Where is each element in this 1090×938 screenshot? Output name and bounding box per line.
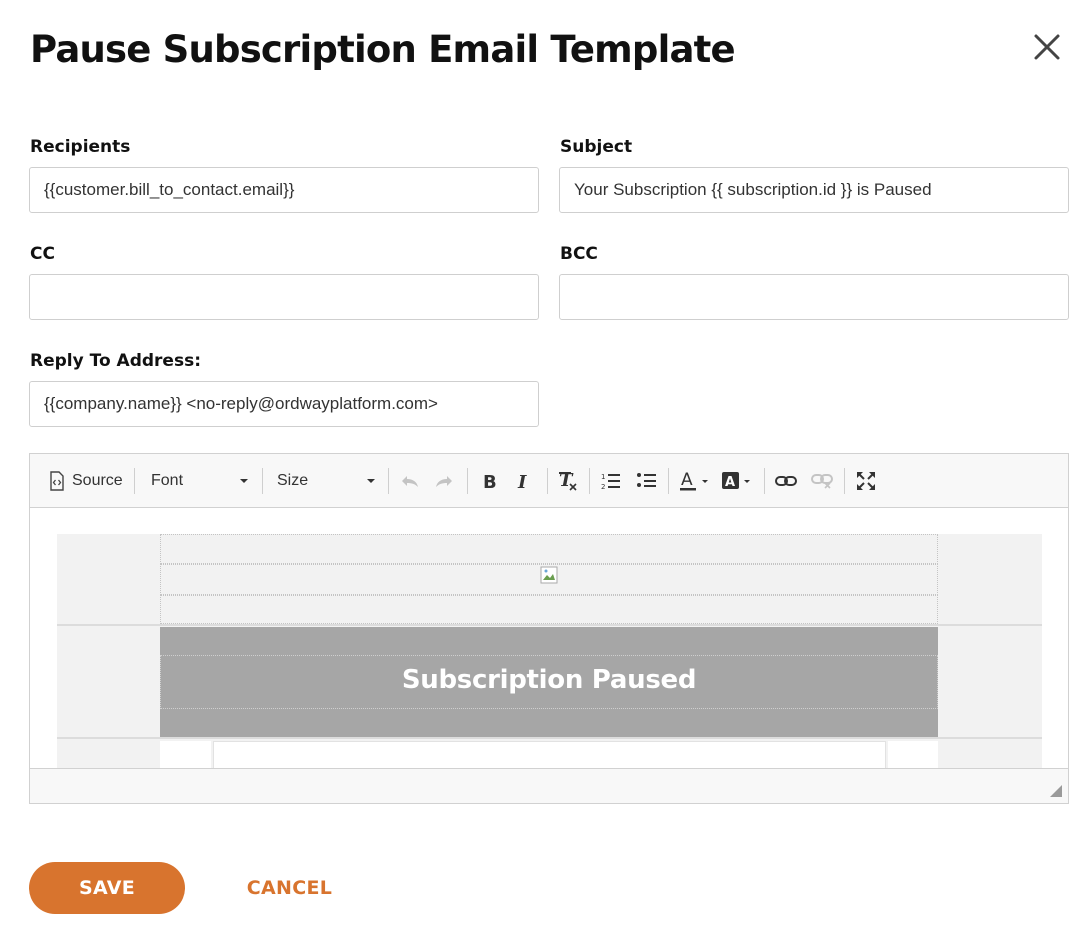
undo-button[interactable] [400, 466, 420, 496]
numbered-list-button[interactable]: 1 2 [600, 466, 622, 496]
toolbar-separator [764, 468, 765, 494]
row-divider [57, 737, 1042, 739]
bold-button[interactable]: B [482, 466, 498, 496]
redo-icon [436, 476, 452, 487]
link-icon [775, 476, 797, 486]
size-select-label: Size [277, 472, 309, 489]
toolbar-separator [134, 468, 135, 494]
subject-input[interactable] [559, 167, 1069, 213]
row-divider [57, 624, 1042, 626]
link-button[interactable] [775, 466, 797, 496]
email-template-body: Subscription Paused [57, 534, 1042, 768]
source-button[interactable]: Source [48, 466, 123, 496]
toolbar-separator [547, 468, 548, 494]
svg-text:B: B [483, 472, 497, 490]
toolbar-separator [388, 468, 389, 494]
svg-text:I: I [517, 472, 527, 490]
bold-icon: B [483, 472, 497, 490]
save-button[interactable]: SAVE [29, 862, 185, 914]
svg-text:1: 1 [601, 473, 605, 481]
recipients-input[interactable] [29, 167, 539, 213]
toolbar-separator [844, 468, 845, 494]
banner-cell: Subscription Paused [160, 627, 938, 737]
bcc-label: BCC [560, 244, 598, 264]
background-color-button[interactable]: A [721, 466, 753, 496]
italic-icon: I [517, 472, 527, 490]
svg-text:2: 2 [601, 483, 605, 491]
subject-label: Subject [560, 137, 633, 157]
numbered-list-icon: 1 2 [601, 473, 620, 491]
resize-handle-icon[interactable] [1050, 785, 1062, 797]
dialog-title: Pause Subscription Email Template [30, 28, 736, 71]
toolbar-separator [262, 468, 263, 494]
svg-text:A: A [681, 470, 693, 490]
banner-heading: Subscription Paused [401, 665, 697, 695]
close-button[interactable] [1030, 30, 1064, 64]
italic-button[interactable]: I [516, 466, 532, 496]
svg-text:A: A [725, 475, 735, 490]
background-color-icon: A [722, 472, 750, 490]
font-select-label: Font [151, 472, 184, 489]
undo-icon [402, 476, 418, 487]
close-icon [1034, 34, 1060, 60]
bulleted-list-icon [637, 473, 656, 487]
size-select[interactable]: Size [277, 466, 377, 496]
header-cell [160, 534, 938, 564]
reply-to-label: Reply To Address: [30, 351, 201, 371]
source-icon [50, 471, 64, 491]
text-color-button[interactable]: A [679, 466, 711, 496]
unlink-button[interactable] [811, 466, 833, 496]
editor-content[interactable]: Subscription Paused [30, 508, 1068, 768]
rich-text-editor: Source Font Size B I T 1 2 A A Subscript… [29, 453, 1069, 804]
broken-image-icon [540, 566, 558, 584]
recipients-label: Recipients [30, 137, 131, 157]
header-spacer-cell [160, 595, 938, 624]
cancel-button[interactable]: CANCEL [232, 862, 347, 914]
cc-input[interactable] [29, 274, 539, 320]
maximize-icon [857, 472, 875, 490]
font-dropdown-caret [240, 479, 248, 483]
reply-to-input[interactable] [29, 381, 539, 427]
body-main-cell [213, 741, 886, 768]
cc-label: CC [30, 244, 55, 264]
font-select[interactable]: Font [151, 466, 251, 496]
toolbar-separator [668, 468, 669, 494]
text-color-icon: A [680, 470, 708, 491]
remove-format-button[interactable]: T [558, 466, 580, 496]
maximize-button[interactable] [856, 466, 876, 496]
redo-button[interactable] [434, 466, 454, 496]
toolbar-separator [589, 468, 590, 494]
unlink-icon [811, 474, 833, 489]
body-left-cell [160, 741, 211, 768]
source-label: Source [72, 472, 123, 489]
editor-statusbar [30, 768, 1068, 803]
size-dropdown-caret [367, 479, 375, 483]
bcc-input[interactable] [559, 274, 1069, 320]
toolbar-separator [467, 468, 468, 494]
editor-toolbar: Source Font Size B I T 1 2 A A [30, 454, 1068, 508]
remove-format-icon: T [559, 470, 577, 491]
body-right-cell [888, 741, 938, 768]
bulleted-list-button[interactable] [636, 466, 658, 496]
